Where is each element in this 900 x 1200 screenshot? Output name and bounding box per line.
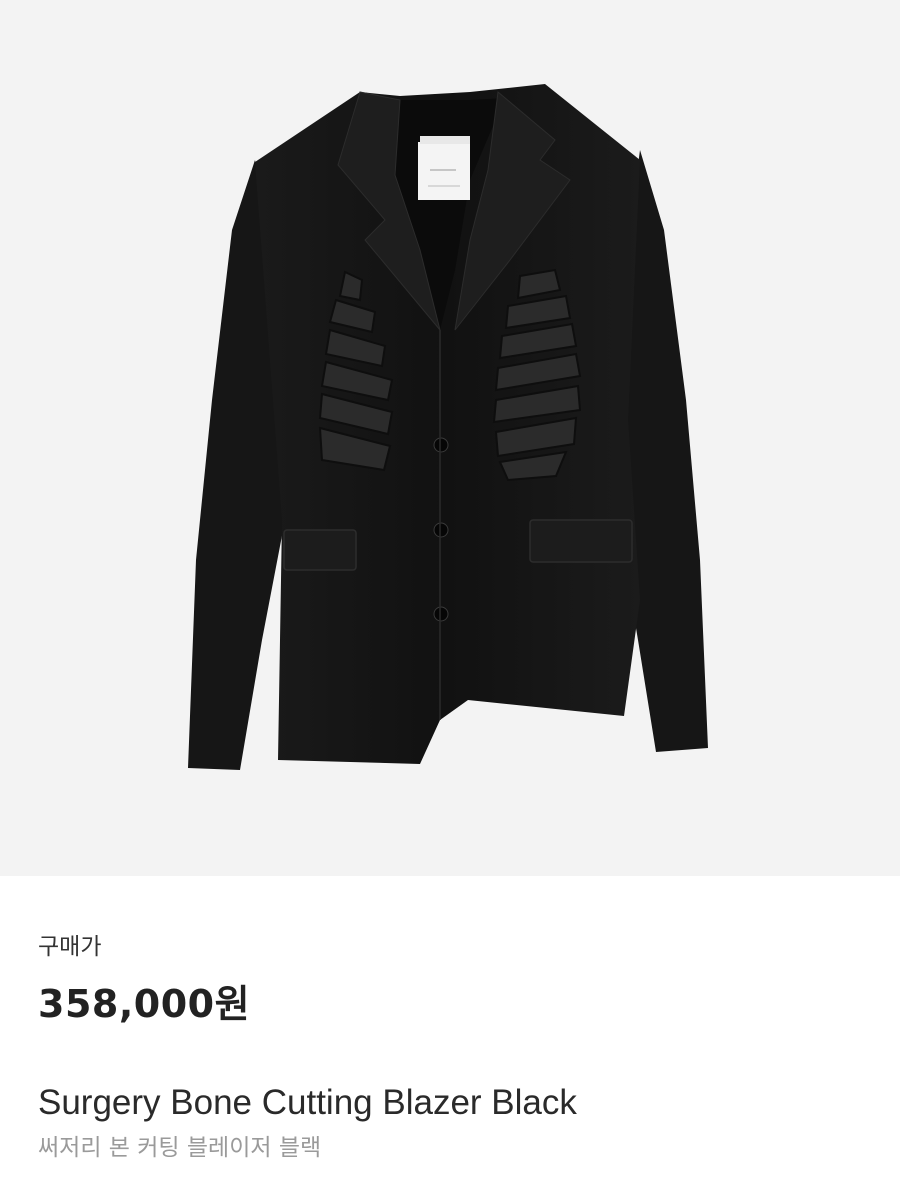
price-label: 구매가 xyxy=(38,934,102,960)
product-name-korean: 써저리 본 커팅 블레이저 블랙 xyxy=(38,1135,322,1161)
price-value: 358,000원 xyxy=(38,982,251,1026)
blazer-illustration xyxy=(188,84,708,770)
product-name-english: Surgery Bone Cutting Blazer Black xyxy=(38,1083,577,1122)
button xyxy=(433,522,449,538)
right-pocket-flap xyxy=(529,519,633,563)
product-image[interactable] xyxy=(0,0,900,876)
button xyxy=(433,606,449,622)
button xyxy=(433,437,449,453)
left-pocket-flap xyxy=(283,529,357,571)
brand-tag xyxy=(418,142,470,200)
